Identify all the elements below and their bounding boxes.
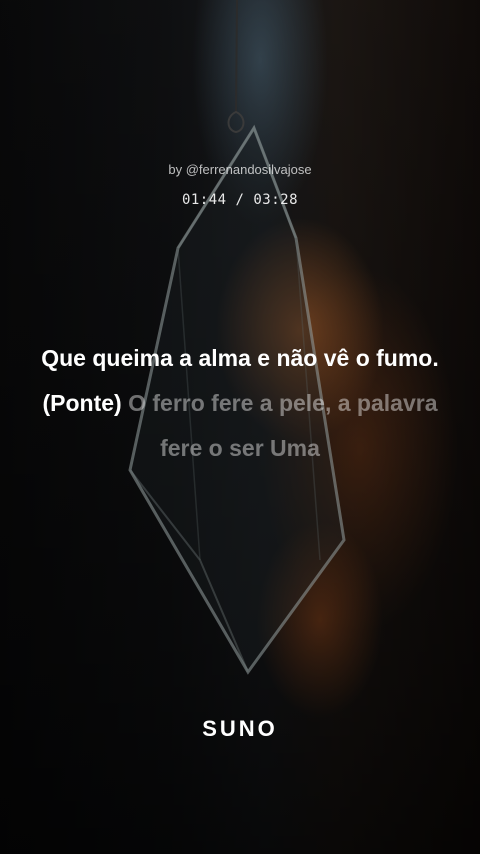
suno-logo: SUNO (202, 716, 278, 741)
author-byline[interactable]: by @ferrenandosilvajose (0, 162, 480, 177)
lyrics-display: Que queima a alma e não vê o fumo. (Pont… (40, 336, 440, 471)
playback-time: 01:44 / 03:28 (181, 192, 299, 208)
lyrics-upcoming-text: O ferro fere a pele, a palavra fere o se… (128, 390, 438, 461)
